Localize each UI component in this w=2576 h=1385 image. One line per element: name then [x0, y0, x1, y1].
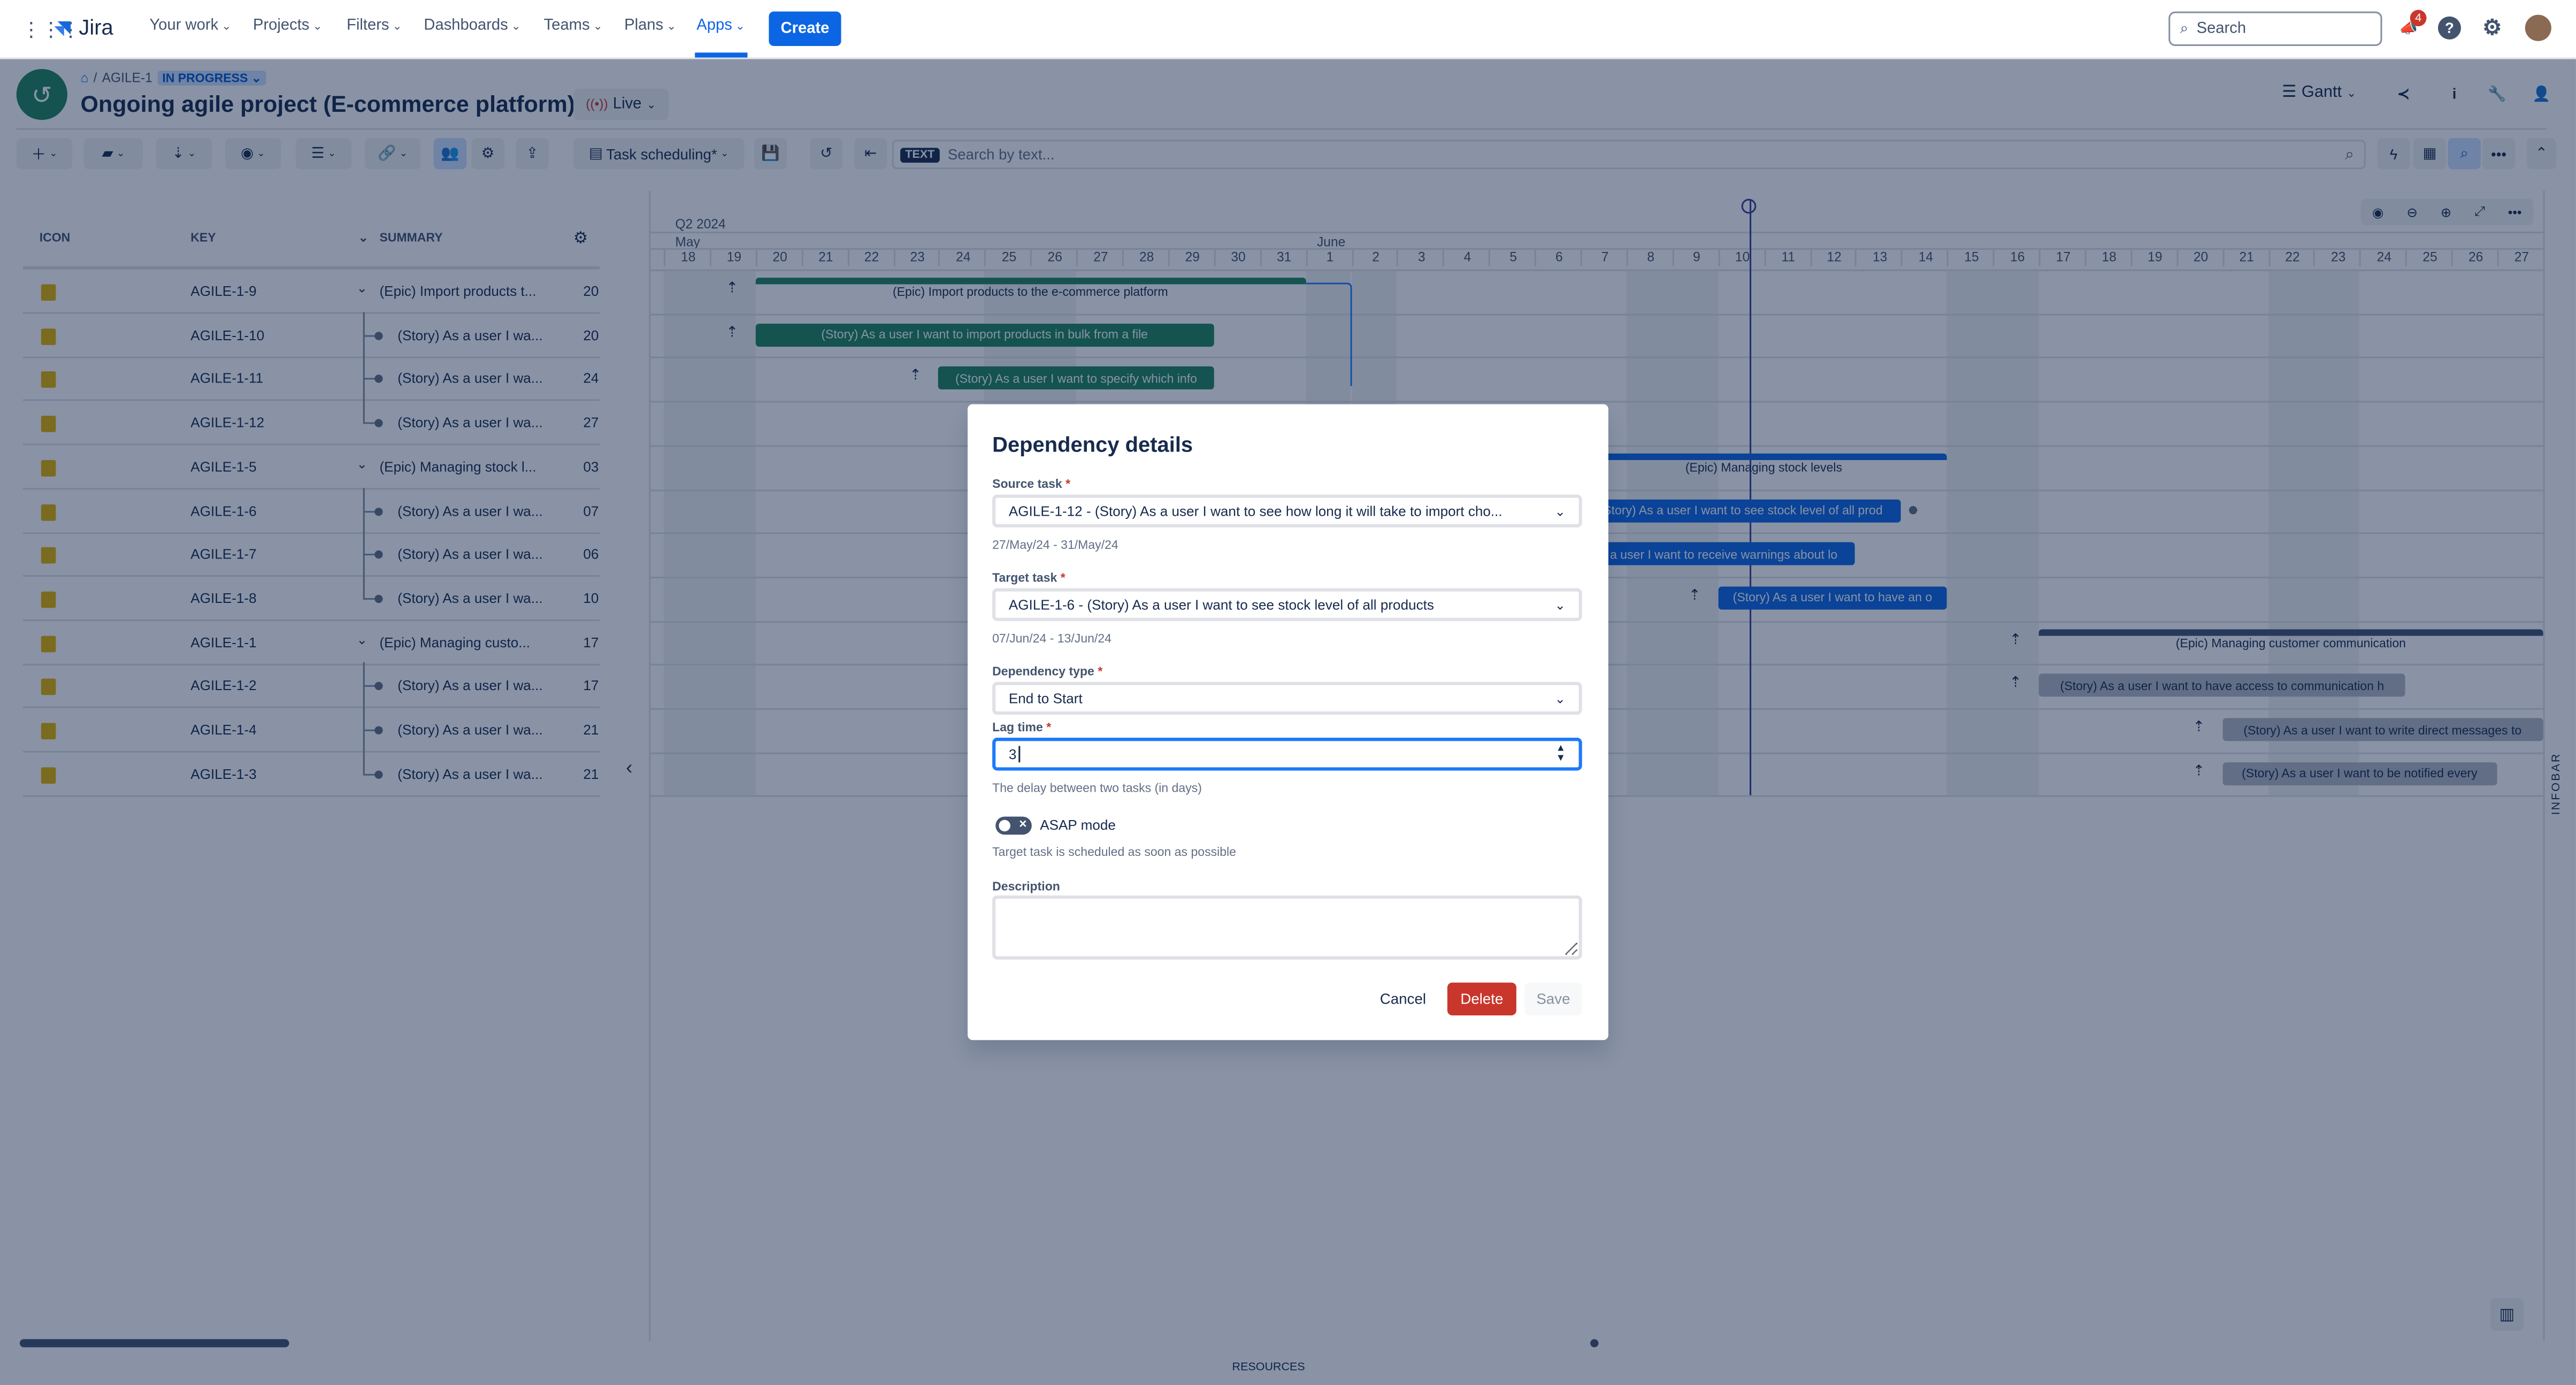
active-nav-indicator: [695, 52, 748, 58]
dependency-details-dialog: Dependency details Source task * AGILE-1…: [968, 404, 1608, 1040]
target-task-dates: 07/Jun/24 - 13/Jun/24: [992, 631, 1111, 646]
jira-logo[interactable]: Jira: [54, 15, 113, 40]
nav-your-work[interactable]: Your work ⌄: [149, 17, 231, 35]
nav-dashboards[interactable]: Dashboards ⌄: [424, 17, 521, 35]
dialog-title: Dependency details: [992, 432, 1193, 457]
chevron-down-icon: ⌄: [392, 21, 402, 33]
close-icon: ×: [1019, 816, 1027, 832]
dependency-type-select[interactable]: End to Start ⌄: [992, 682, 1582, 715]
chevron-down-icon: ⌄: [312, 21, 323, 33]
lag-time-hint: The delay between two tasks (in days): [992, 780, 1202, 795]
number-stepper[interactable]: ▲ ▼: [1556, 744, 1566, 764]
source-task-dates: 27/May/24 - 31/May/24: [992, 537, 1118, 552]
cancel-button[interactable]: Cancel: [1370, 983, 1436, 1015]
target-task-select[interactable]: AGILE-1-6 - (Story) As a user I want to …: [992, 588, 1582, 621]
nav-projects[interactable]: Projects ⌄: [253, 17, 323, 35]
chevron-down-icon: ⌄: [1554, 503, 1566, 519]
asap-mode-hint: Target task is scheduled as soon as poss…: [992, 844, 1236, 860]
dependency-type-label: Dependency type *: [992, 663, 1103, 679]
global-search-input[interactable]: ⌕ Search: [2168, 11, 2382, 46]
top-navigation: ⋮⋮⋮ Jira Your work ⌄ Projects ⌄ Filters ⌄ Dash…: [0, 0, 2576, 59]
nav-teams[interactable]: Teams ⌄: [544, 17, 603, 35]
settings-icon[interactable]: ⚙: [2481, 15, 2504, 40]
asap-mode-toggle[interactable]: ×: [995, 816, 1032, 835]
chevron-down-icon: ⌄: [221, 21, 232, 33]
asap-mode-label: ASAP mode: [1040, 816, 1116, 833]
description-label: Description: [992, 879, 1060, 894]
nav-apps[interactable]: Apps ⌄: [696, 17, 745, 35]
nav-filters[interactable]: Filters ⌄: [347, 17, 402, 35]
lag-time-input[interactable]: 3 ▲ ▼: [992, 738, 1582, 771]
jira-logo-icon: [54, 20, 71, 36]
chevron-down-icon: ⌄: [511, 21, 521, 33]
help-icon[interactable]: ?: [2437, 16, 2461, 40]
lag-time-label: Lag time *: [992, 720, 1052, 734]
create-button[interactable]: Create: [769, 11, 841, 46]
chevron-down-icon: ⌄: [593, 21, 603, 33]
description-textarea[interactable]: [992, 895, 1582, 960]
profile-avatar[interactable]: [2525, 14, 2551, 41]
source-task-select[interactable]: AGILE-1-12 - (Story) As a user I want to…: [992, 494, 1582, 527]
notification-badge: 4: [2410, 10, 2427, 27]
chevron-down-icon: ⌄: [735, 21, 745, 33]
target-task-label: Target task *: [992, 570, 1065, 585]
chevron-down-icon: ⌄: [666, 21, 677, 33]
search-icon: ⌕: [2180, 19, 2189, 36]
delete-button[interactable]: Delete: [1447, 982, 1516, 1016]
source-task-label: Source task *: [992, 476, 1071, 492]
save-button[interactable]: Save: [1524, 982, 1582, 1016]
chevron-down-icon: ⌄: [1554, 597, 1566, 613]
nav-plans[interactable]: Plans ⌄: [624, 17, 676, 35]
chevron-down-icon: ⌄: [1554, 691, 1566, 706]
